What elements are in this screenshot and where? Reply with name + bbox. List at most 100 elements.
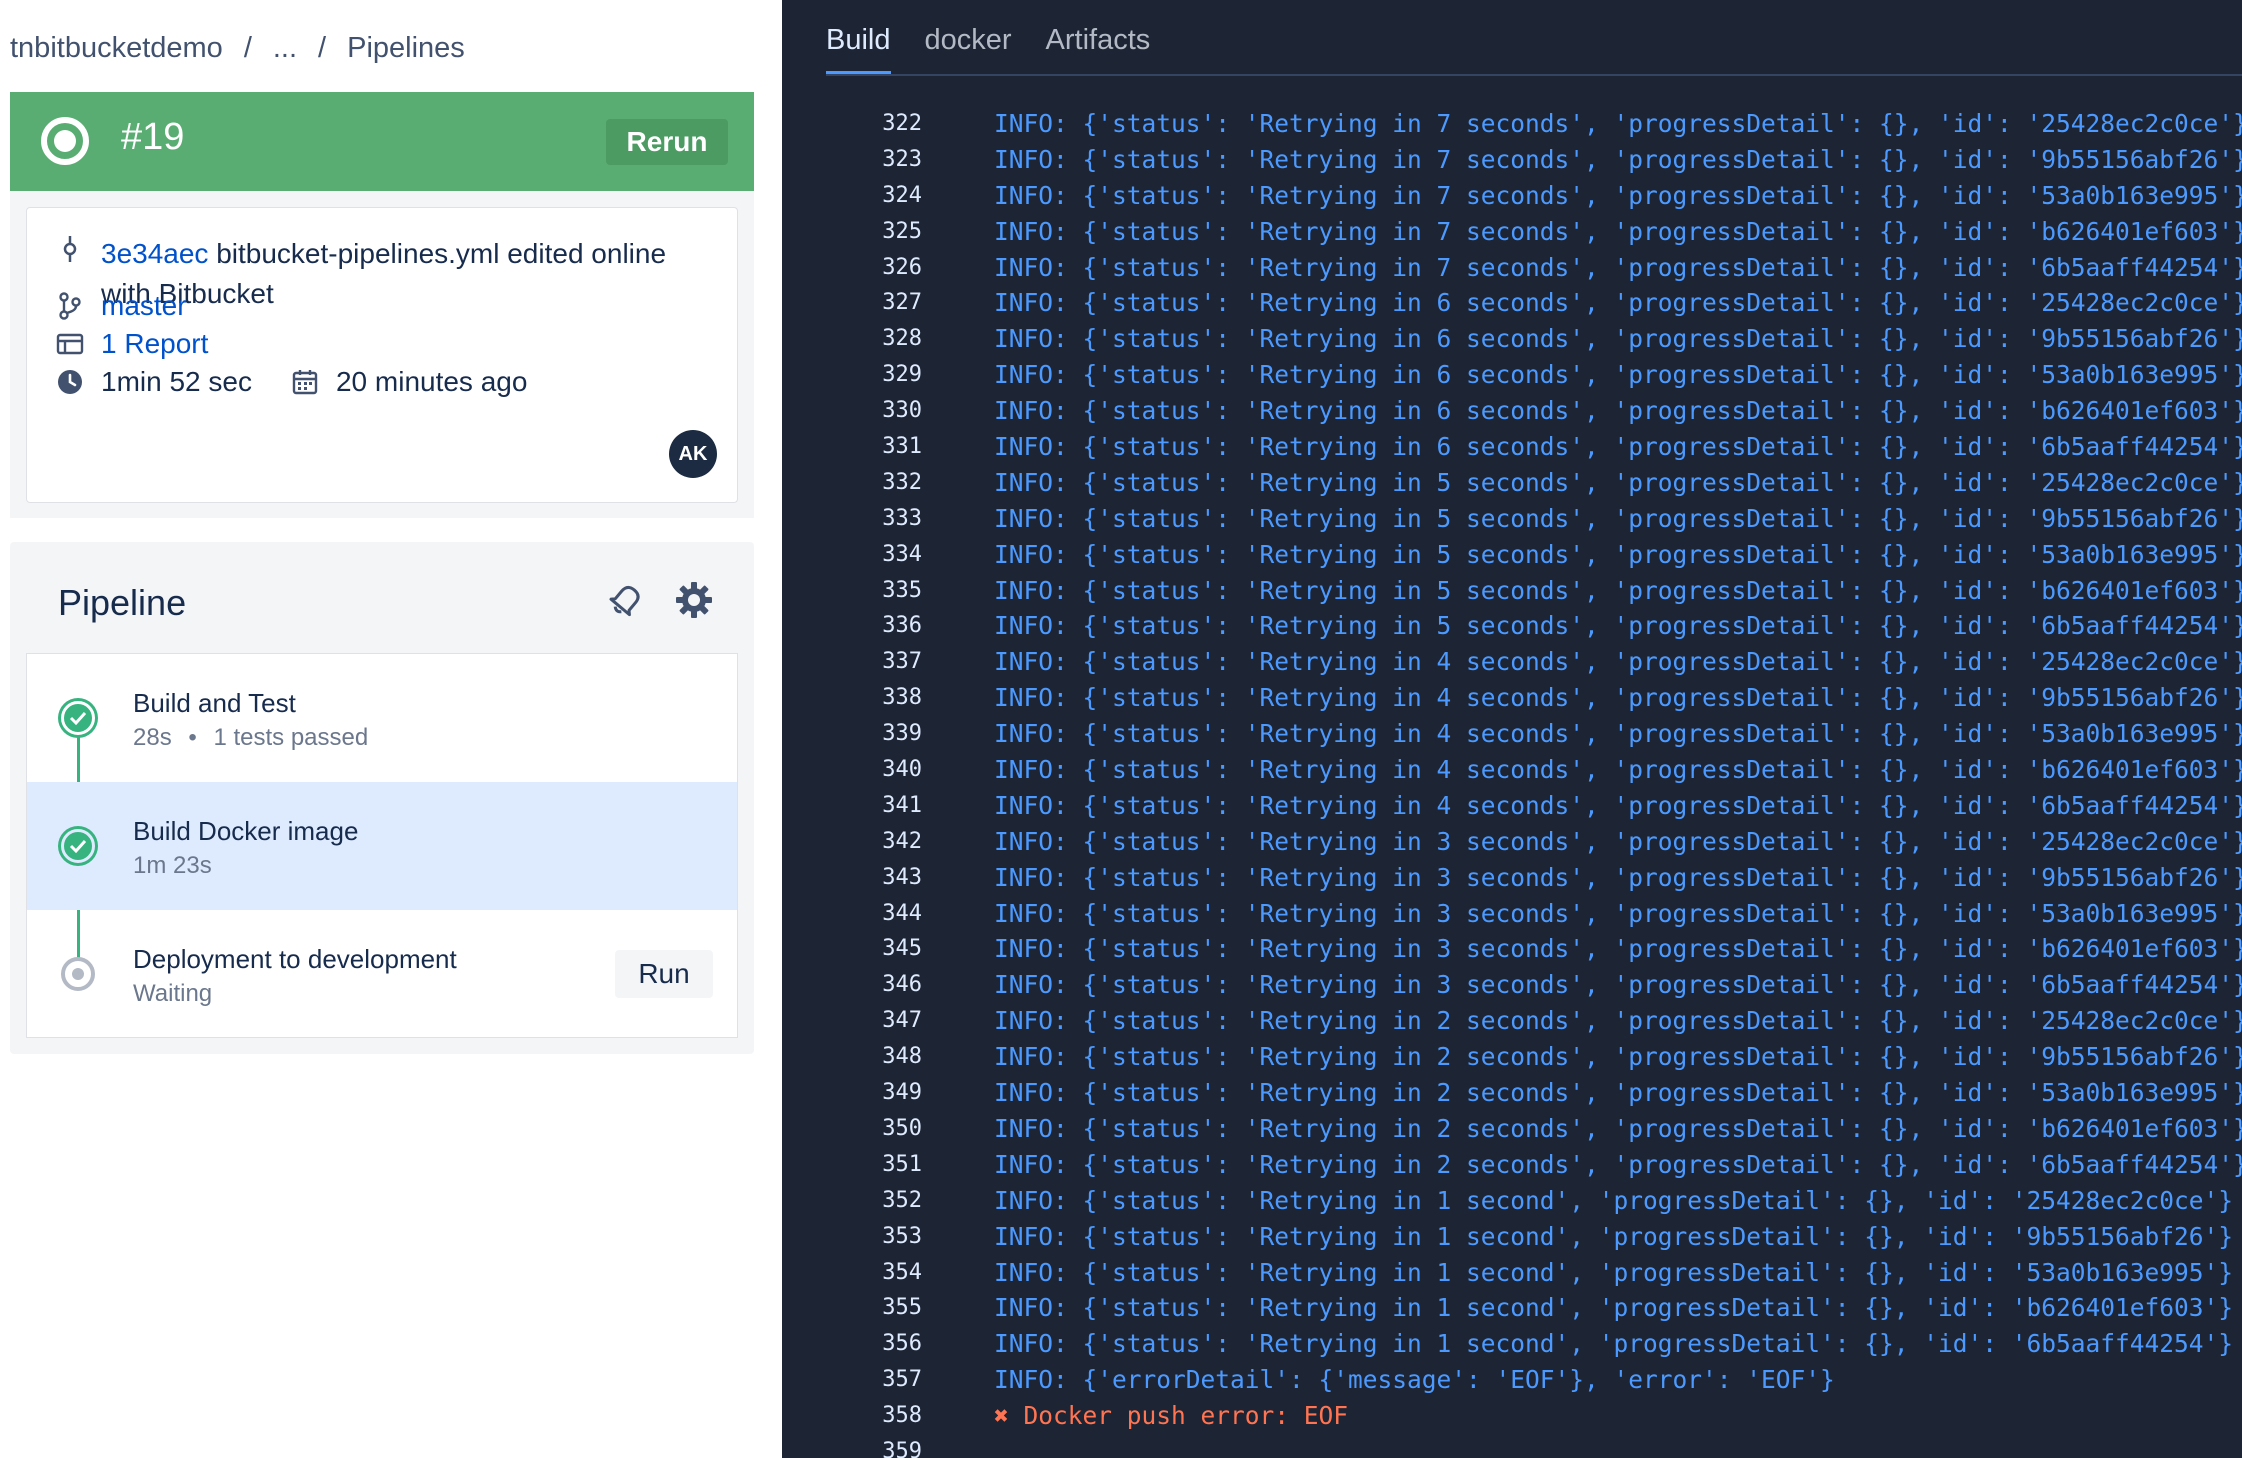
log-line-number[interactable]: 330: [782, 393, 922, 429]
log-text: INFO: {'status': 'Retrying in 7 seconds'…: [994, 109, 2242, 138]
log-line-number[interactable]: 333: [782, 501, 922, 537]
pipeline-sidebar: tnbitbucketdemo / ... / Pipelines #19 Re…: [0, 0, 782, 1458]
log-text: INFO: {'status': 'Retrying in 1 second',…: [994, 1329, 2234, 1359]
step-duration: 28s: [133, 724, 172, 751]
log-line: 322 INFO: {'status': 'Retrying in 7 secon…: [782, 106, 2242, 142]
log-line-number[interactable]: 346: [782, 967, 922, 1003]
log-line-number[interactable]: 350: [782, 1111, 922, 1147]
log-text: INFO: {'status': 'Retrying in 6 seconds'…: [994, 432, 2242, 462]
log-line-number[interactable]: 338: [782, 680, 922, 716]
pipeline-section: Pipeline Build and Test 28s • 1 tests pa…: [10, 542, 754, 1054]
log-line-number[interactable]: 353: [782, 1219, 922, 1255]
log-line-number[interactable]: 329: [782, 357, 922, 393]
log-line-number[interactable]: 341: [782, 788, 922, 824]
rerun-button[interactable]: Rerun: [606, 119, 728, 165]
log-line-number[interactable]: 337: [782, 644, 922, 680]
log-line-number[interactable]: 327: [782, 285, 922, 321]
log-line: 357 INFO: {'errorDetail': {'message': 'EO…: [782, 1362, 2242, 1398]
log-line-number[interactable]: 354: [782, 1255, 922, 1291]
breadcrumb-workspace[interactable]: tnbitbucketdemo: [10, 32, 223, 65]
log-line-number[interactable]: 351: [782, 1147, 922, 1183]
log-line: 356 INFO: {'status': 'Retrying in 1 secon…: [782, 1326, 2242, 1362]
pipeline-steps-list: Build and Test 28s • 1 tests passed Buil…: [26, 653, 738, 1038]
log-line-number[interactable]: 357: [782, 1362, 922, 1398]
branch-icon: [55, 291, 85, 321]
log-line-number[interactable]: 339: [782, 716, 922, 752]
log-line-number[interactable]: 356: [782, 1326, 922, 1362]
log-line: 352 INFO: {'status': 'Retrying in 1 secon…: [782, 1183, 2242, 1219]
reports-link[interactable]: 1 Report: [101, 328, 208, 360]
log-line-number[interactable]: 322: [782, 106, 922, 142]
log-line-number[interactable]: 323: [782, 142, 922, 178]
log-line-number[interactable]: 358: [782, 1398, 922, 1434]
log-text: INFO: {'status': 'Retrying in 4 seconds'…: [994, 719, 2242, 749]
log-line-number[interactable]: 334: [782, 537, 922, 573]
log-line-number[interactable]: 332: [782, 465, 922, 501]
pipeline-step-build-and-test[interactable]: Build and Test 28s • 1 tests passed: [27, 654, 737, 782]
log-line-number[interactable]: 342: [782, 824, 922, 860]
log-line-number[interactable]: 325: [782, 214, 922, 250]
log-line-number[interactable]: 331: [782, 429, 922, 465]
log-text: INFO: {'status': 'Retrying in 3 seconds'…: [994, 862, 2242, 892]
log-text: INFO: {'status': 'Retrying in 1 second',…: [994, 1257, 2234, 1287]
log-text: INFO: {'status': 'Retrying in 3 seconds'…: [994, 934, 2242, 964]
log-tabs: Build docker Artifacts: [826, 24, 1184, 75]
log-line-number[interactable]: 343: [782, 860, 922, 896]
tab-build[interactable]: Build: [826, 24, 891, 75]
log-line-number[interactable]: 336: [782, 608, 922, 644]
notification-bell-icon[interactable]: [602, 576, 650, 624]
log-text: INFO: {'status': 'Retrying in 2 seconds'…: [994, 1113, 2242, 1143]
log-line: 358 ✖ Docker push error: EOF: [782, 1398, 2242, 1434]
log-text: INFO: {'status': 'Retrying in 6 seconds'…: [994, 288, 2242, 318]
log-text: INFO: {'status': 'Retrying in 2 seconds'…: [994, 1149, 2242, 1179]
settings-gear-icon[interactable]: [670, 576, 718, 624]
log-line-number[interactable]: 324: [782, 178, 922, 214]
log-line: 347 INFO: {'status': 'Retrying in 2 secon…: [782, 1003, 2242, 1039]
log-text: INFO: {'status': 'Retrying in 7 seconds'…: [994, 216, 2242, 246]
log-text: INFO: {'status': 'Retrying in 4 seconds'…: [994, 755, 2242, 785]
log-line-number[interactable]: 328: [782, 321, 922, 357]
commit-hash-link[interactable]: 3e34aec: [101, 238, 208, 269]
run-info-section: 3e34aec bitbucket-pipelines.yml edited o…: [10, 191, 754, 518]
log-text: INFO: {'status': 'Retrying in 1 second',…: [994, 1185, 2234, 1215]
commit-description: 3e34aec bitbucket-pipelines.yml edited o…: [101, 234, 721, 314]
log-line-number[interactable]: 347: [782, 1003, 922, 1039]
duration-row: 1min 52 sec 20 minutes ago: [55, 366, 527, 398]
success-check-icon: [61, 701, 95, 735]
commit-icon: [55, 234, 85, 264]
branch-link[interactable]: master: [101, 290, 187, 322]
breadcrumb: tnbitbucketdemo / ... / Pipelines: [10, 32, 465, 65]
tab-docker[interactable]: docker: [925, 24, 1012, 75]
log-line: 327 INFO: {'status': 'Retrying in 6 secon…: [782, 285, 2242, 321]
log-line-number[interactable]: 355: [782, 1290, 922, 1326]
log-line-number[interactable]: 349: [782, 1075, 922, 1111]
log-line: 340 INFO: {'status': 'Retrying in 4 secon…: [782, 752, 2242, 788]
log-line-number[interactable]: 344: [782, 896, 922, 932]
log-line: 331 INFO: {'status': 'Retrying in 6 secon…: [782, 429, 2242, 465]
run-time-ago: 20 minutes ago: [335, 366, 528, 397]
breadcrumb-pipelines[interactable]: Pipelines: [347, 32, 465, 65]
run-number: #19: [121, 116, 185, 158]
log-line: 359: [782, 1434, 2242, 1458]
log-text: INFO: {'status': 'Retrying in 5 seconds'…: [994, 503, 2242, 533]
log-line-number[interactable]: 335: [782, 573, 922, 609]
log-text: INFO: {'status': 'Retrying in 1 second',…: [994, 1221, 2234, 1251]
log-text: INFO: {'status': 'Retrying in 2 seconds'…: [994, 1042, 2242, 1072]
log-line-number[interactable]: 348: [782, 1039, 922, 1075]
log-line-number[interactable]: 326: [782, 250, 922, 286]
log-line-number[interactable]: 352: [782, 1183, 922, 1219]
run-deployment-button[interactable]: Run: [615, 950, 713, 998]
avatar[interactable]: AK: [669, 430, 717, 478]
pipeline-title: Pipeline: [58, 582, 187, 623]
pipeline-step-build-docker-image[interactable]: Build Docker image 1m 23s: [27, 782, 737, 910]
log-line-number[interactable]: 345: [782, 931, 922, 967]
log-line-number[interactable]: 340: [782, 752, 922, 788]
log-error-text: ✖ Docker push error: EOF: [994, 1401, 1349, 1431]
breadcrumb-ellipsis[interactable]: ...: [273, 32, 297, 65]
log-line: 336 INFO: {'status': 'Retrying in 5 secon…: [782, 608, 2242, 644]
log-line: 334 INFO: {'status': 'Retrying in 5 secon…: [782, 537, 2242, 573]
log-line-number[interactable]: 359: [782, 1434, 922, 1458]
log-line: 349 INFO: {'status': 'Retrying in 2 secon…: [782, 1075, 2242, 1111]
pipeline-step-deployment[interactable]: Deployment to development Waiting Run: [27, 910, 737, 1038]
tab-artifacts[interactable]: Artifacts: [1046, 24, 1151, 75]
